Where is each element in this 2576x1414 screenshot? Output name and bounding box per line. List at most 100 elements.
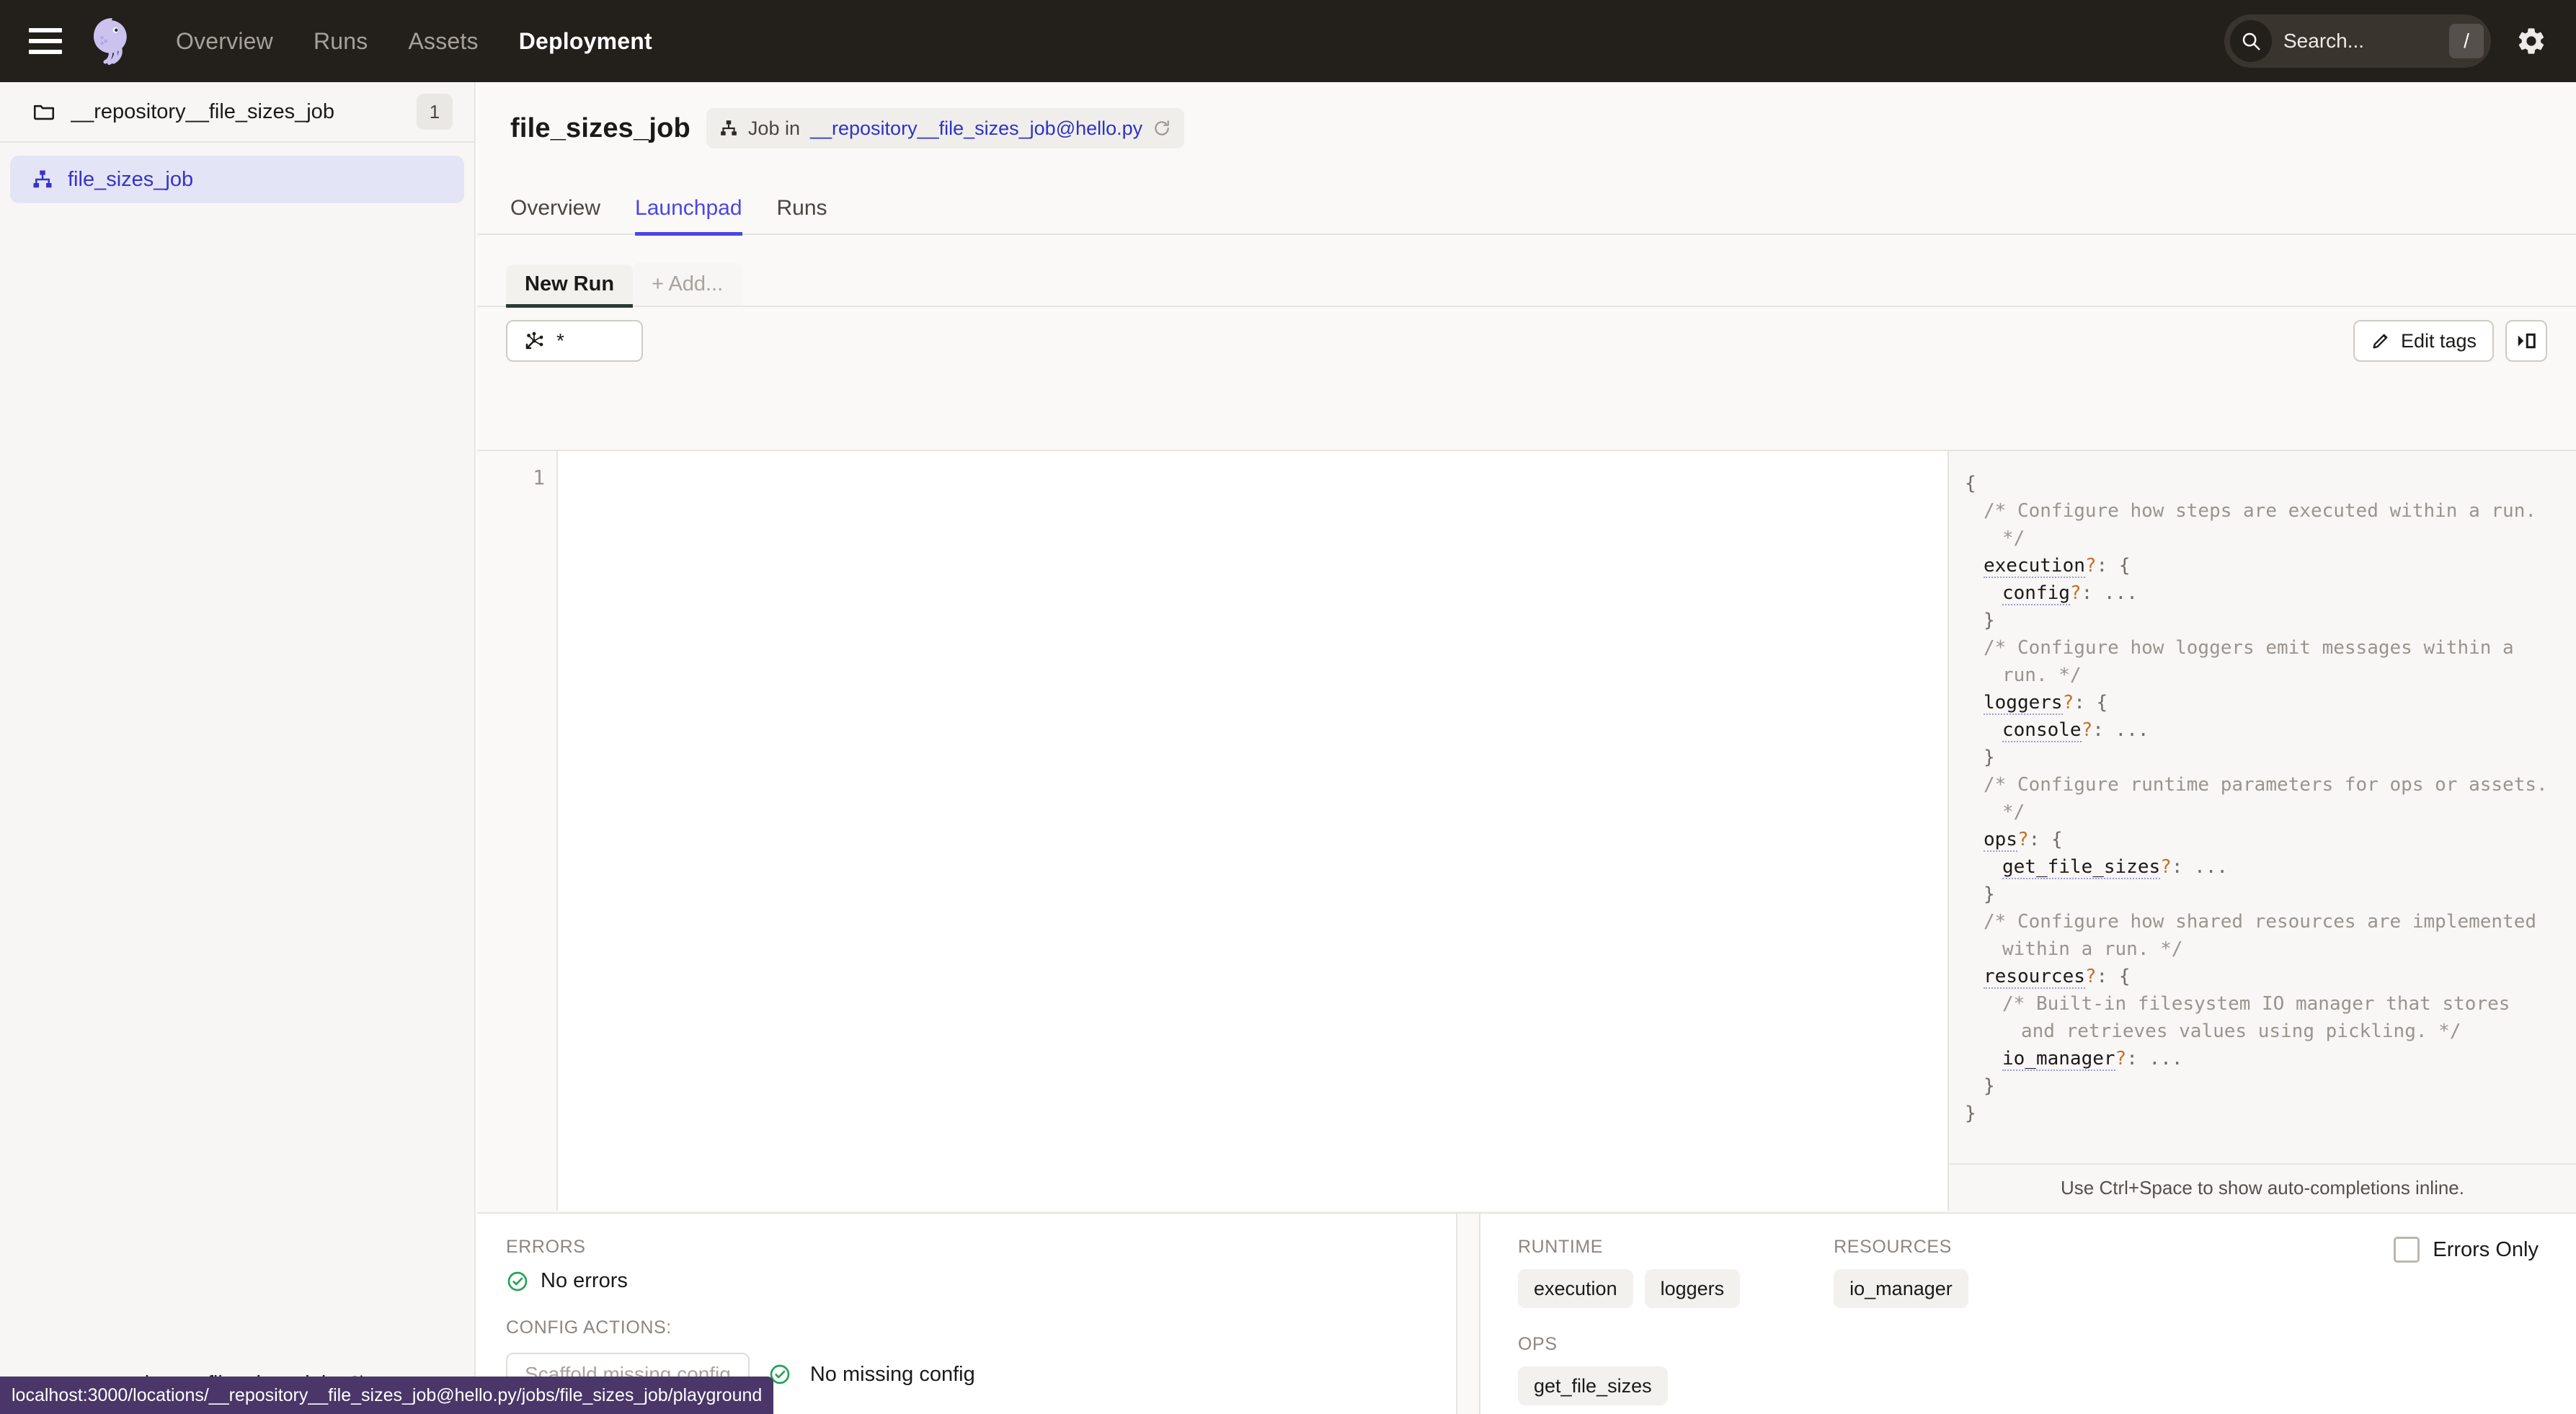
runtab-new-run[interactable]: New Run [506, 264, 634, 308]
config-schema-content: {/* Configure how steps are executed wit… [1949, 451, 2576, 1163]
folder-icon [33, 105, 55, 120]
editor-split-container: 1 {/* Configure how steps are executed w… [477, 450, 2576, 1211]
pencil-icon [2373, 334, 2388, 349]
bottom-panels: ERRORS No errors CONFIG ACTIONS: Scaffol… [477, 1212, 2576, 1414]
token-punc: : ... [2081, 582, 2138, 604]
editor-line-number: 1 [533, 466, 545, 489]
config-schema-line: loggers?: { [1984, 689, 2551, 716]
token-opt: ? [2017, 829, 2029, 850]
errors-only-checkbox-group[interactable]: Errors Only [2394, 1237, 2539, 1263]
sidebar-repository-name: __repository__file_sizes_job [71, 99, 334, 123]
resources-tags: io_manager [1834, 1269, 1968, 1308]
token-opt: ? [2062, 692, 2074, 713]
token-opt: ? [2081, 719, 2093, 741]
edit-tags-button[interactable]: Edit tags [2353, 320, 2494, 362]
config-schema-line: config?: ... [1984, 579, 2551, 607]
job-badge-link[interactable]: __repository__file_sizes_job@hello.py [810, 117, 1142, 140]
bottom-splitter[interactable] [1456, 1214, 1480, 1414]
token-opt: ? [2115, 1048, 2127, 1070]
errors-status-line: No errors [506, 1269, 1456, 1293]
search-input[interactable]: Search... / [2224, 14, 2491, 68]
ops-column: OPS get_file_sizes [1518, 1334, 2576, 1405]
token-opt: ? [2084, 966, 2097, 987]
tab-overview[interactable]: Overview [510, 196, 600, 236]
resources-column: RESOURCES io_manager [1834, 1237, 1968, 1308]
resources-label: RESOURCES [1834, 1237, 1952, 1257]
nav-link-overview[interactable]: Overview [176, 28, 273, 55]
config-schema-line: /* Configure how shared resources are im… [1984, 908, 2551, 963]
config-editor-pane[interactable]: 1 [477, 451, 1947, 1211]
runtab-add[interactable]: + Add... [633, 262, 742, 306]
token-comment: /* Configure how shared resources are im… [1984, 911, 2548, 960]
config-schema-line: { [1965, 470, 2551, 497]
config-schema-line: get_file_sizes?: ... [1984, 853, 2551, 881]
op-selection-input[interactable]: * [506, 320, 643, 362]
token-key: execution [1984, 555, 2085, 578]
top-navigation-bar: Overview Runs Assets Deployment Search..… [0, 0, 2576, 82]
config-schema-line: /* Built-in filesystem IO manager that s… [1984, 990, 2551, 1045]
token-brace: } [1984, 1075, 1995, 1097]
config-schema-line: } [1984, 881, 2551, 908]
token-punc: : [2096, 555, 2119, 577]
errors-only-checkbox[interactable] [2394, 1237, 2420, 1263]
check-circle-icon [507, 1271, 528, 1291]
job-icon [33, 170, 52, 188]
sidebar-item-file-sizes-job[interactable]: file_sizes_job [10, 156, 464, 203]
config-schema-line: /* Configure how steps are executed with… [1984, 497, 2551, 552]
token-comment: /* Built-in filesystem IO manager that s… [2002, 993, 2522, 1042]
token-punc: : ... [2092, 719, 2149, 741]
doc-panel-hint: Use Ctrl+Space to show auto-completions … [1949, 1163, 2576, 1211]
search-icon-container [2230, 20, 2272, 62]
page-tabs: Overview Launchpad Runs [477, 177, 2576, 236]
runtime-column: RUNTIME execution loggers [1518, 1237, 1741, 1308]
edit-tags-label: Edit tags [2400, 329, 2477, 352]
config-schema-line: console?: ... [1984, 716, 2551, 744]
sidebar-item-label: file_sizes_job [68, 167, 194, 191]
panel-open-icon [2518, 333, 2536, 349]
token-brace: } [1984, 747, 1995, 768]
main-nav-links: Overview Runs Assets Deployment [176, 28, 652, 55]
tag-execution[interactable]: execution [1518, 1269, 1633, 1308]
hamburger-menu-icon[interactable] [29, 25, 62, 58]
tab-runs[interactable]: Runs [777, 196, 827, 236]
dagster-logo-icon[interactable] [85, 14, 140, 68]
sidebar-repository-count: 1 [417, 94, 453, 130]
tag-loggers[interactable]: loggers [1644, 1269, 1741, 1308]
page-title: file_sizes_job [510, 112, 690, 143]
token-key: config [2002, 582, 2070, 605]
reload-icon[interactable] [1152, 119, 1171, 138]
errors-section-label: ERRORS [506, 1237, 586, 1257]
main-content: file_sizes_job Job in __repository__file… [477, 82, 2576, 1414]
token-brace: { [2118, 966, 2131, 987]
scaffold-status-text: No missing config [809, 1362, 975, 1386]
search-icon [2242, 32, 2260, 50]
token-comment: /* Configure runtime parameters for ops … [1984, 774, 2559, 823]
tag-io-manager[interactable]: io_manager [1834, 1269, 1968, 1308]
nav-link-assets[interactable]: Assets [408, 28, 478, 55]
search-placeholder-text: Search... [2283, 30, 2365, 52]
token-brace: } [1965, 1103, 1976, 1124]
errors-only-label: Errors Only [2433, 1237, 2539, 1261]
token-key: resources [1984, 966, 2085, 989]
config-editor-textarea[interactable] [558, 451, 1947, 1211]
config-schema-line: } [1965, 1100, 2551, 1127]
tag-get-file-sizes[interactable]: get_file_sizes [1518, 1366, 1668, 1405]
job-badge-prefix: Job in [747, 117, 800, 139]
runtime-tags: execution loggers [1518, 1269, 1741, 1308]
top-nav-right-group: Search... / [2224, 0, 2547, 82]
config-schema-line: } [1984, 744, 2551, 771]
nav-link-runs[interactable]: Runs [314, 28, 368, 55]
gear-icon[interactable] [2515, 25, 2547, 57]
token-key: get_file_sizes [2002, 856, 2161, 879]
search-shortcut-badge: / [2449, 24, 2484, 58]
op-selection-value: * [556, 329, 564, 352]
panel-toggle-button[interactable] [2505, 320, 2547, 362]
config-schema-line: io_manager?: ... [1984, 1045, 2551, 1072]
job-location-badge: Job in __repository__file_sizes_job@hell… [706, 108, 1185, 148]
token-opt: ? [2069, 582, 2082, 604]
config-summary-panel: RUNTIME execution loggers RESOURCES io_m… [1480, 1214, 2576, 1414]
nav-link-deployment[interactable]: Deployment [519, 28, 652, 55]
sidebar-repository-row[interactable]: __repository__file_sizes_job 1 [0, 82, 474, 143]
tab-launchpad[interactable]: Launchpad [635, 196, 742, 236]
job-icon [721, 120, 737, 135]
